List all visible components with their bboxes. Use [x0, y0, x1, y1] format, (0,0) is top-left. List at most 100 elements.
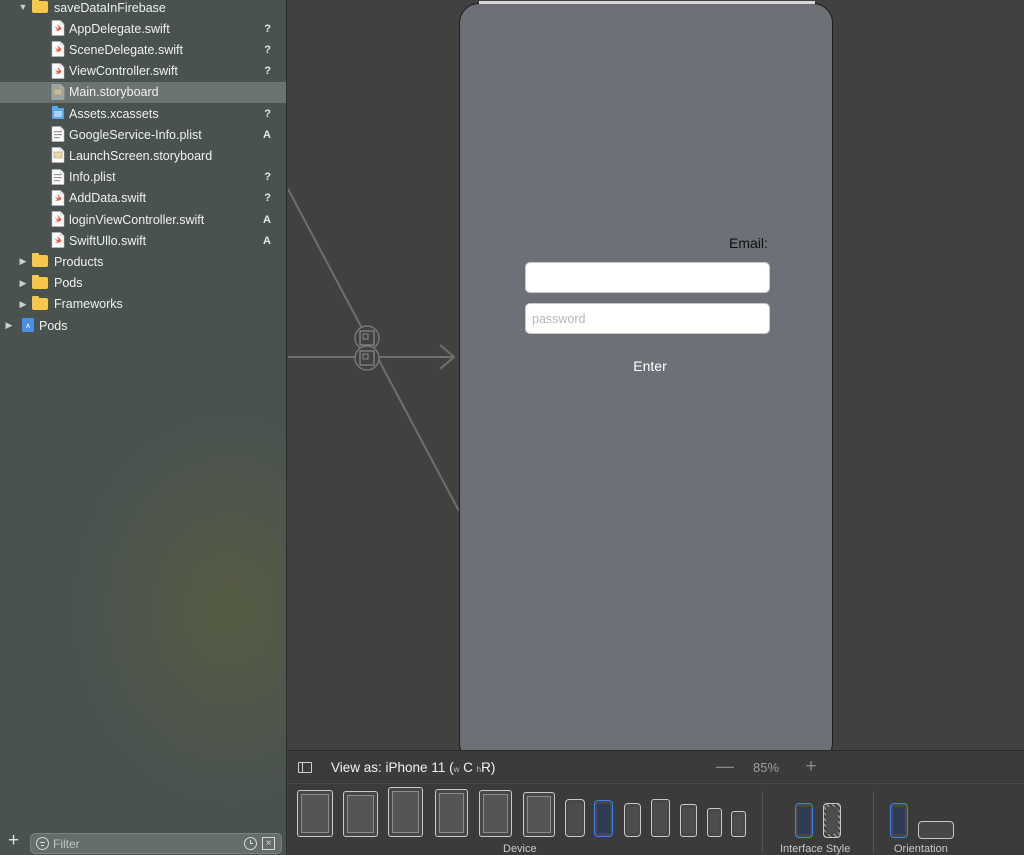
device-iphone-4s[interactable]	[731, 811, 746, 837]
navigator-filter-bar: + ×	[0, 829, 286, 855]
device-ipad[interactable]	[479, 790, 512, 837]
navigator-item-label: Main.storyboard	[69, 85, 159, 100]
navigator-file-row[interactable]: AddData.swift?	[0, 188, 286, 209]
device-iphone-11-pro[interactable]	[624, 803, 641, 837]
size-class-r: R)	[481, 760, 496, 775]
navigator-item-label: AppDelegate.swift	[69, 21, 170, 36]
source-control-filter-icon[interactable]: ×	[262, 837, 275, 850]
plist-file-icon	[51, 126, 65, 142]
storyboard-canvas[interactable]: Email: Enter	[288, 0, 1024, 750]
enter-button[interactable]: Enter	[620, 356, 680, 376]
navigator-group-row[interactable]: ▼ saveDataInFirebase	[0, 0, 286, 18]
navigator-item-label: saveDataInFirebase	[54, 0, 166, 15]
navigator-file-row[interactable]: SwiftUllo.swift A	[0, 230, 286, 251]
navigator-item-label: Products	[54, 254, 104, 269]
source-control-status-badge: ?	[264, 65, 271, 78]
password-text-field[interactable]	[525, 303, 770, 334]
interface-style-light[interactable]	[795, 803, 813, 838]
filter-icon	[36, 837, 49, 850]
device-iphone-11-pro-max[interactable]	[565, 799, 585, 837]
navigator-item-label: loginViewController.swift	[69, 212, 205, 227]
asset-catalog-icon	[52, 106, 64, 119]
plist-file-icon	[51, 168, 65, 185]
device-iphone-11[interactable]	[594, 800, 613, 837]
view-as-device: View as: iPhone 11 (	[331, 760, 454, 775]
login-view-controller-scene[interactable]: Email: Enter	[459, 1, 833, 750]
swift-file-icon	[51, 189, 65, 206]
orientation-landscape[interactable]	[918, 821, 954, 839]
source-control-status-badge: A	[263, 234, 271, 247]
navigator-item-label: Info.plist	[69, 170, 116, 185]
email-text-field[interactable]	[525, 262, 770, 293]
navigator-file-row[interactable]: GoogleService-Info.plist A	[0, 124, 286, 145]
disclosure-open-icon[interactable]: ▼	[18, 2, 28, 12]
navigator-group-row[interactable]: ▶ Pods	[0, 273, 286, 294]
scene-dock[interactable]	[479, 1, 815, 4]
device-ipad-air[interactable]	[435, 789, 468, 837]
size-class-c: C	[459, 760, 477, 775]
navigator-item-label: Assets.xcassets	[69, 106, 159, 121]
navigator-group-row[interactable]: ▶ Products	[0, 251, 286, 272]
swift-file-icon	[51, 20, 65, 36]
segue-icon[interactable]	[354, 345, 380, 371]
device-ipad-mini[interactable]	[523, 792, 555, 837]
storyboard-file-icon	[51, 147, 65, 164]
interface-style-label: Interface Style	[780, 843, 851, 855]
folder-icon	[32, 0, 48, 13]
view-as-label[interactable]: View as: iPhone 11 (w C hR)	[331, 760, 495, 775]
device-configuration-bar: View as: iPhone 11 (w C hR) — 85% + Devi…	[288, 750, 1024, 855]
device-ipad-pro-12-9[interactable]	[297, 790, 333, 837]
xcode-project-icon: A	[22, 318, 34, 332]
disclosure-closed-icon[interactable]: ▶	[18, 256, 28, 266]
navigator-file-row[interactable]: LaunchScreen.storyboard	[0, 145, 286, 166]
navigator-file-row[interactable]: Main.storyboard	[0, 81, 286, 103]
interface-style-dark[interactable]	[823, 803, 841, 838]
source-control-status-badge: A	[263, 128, 271, 141]
source-control-status-badge: A	[263, 213, 271, 226]
device-bar-header: View as: iPhone 11 (w C hR) — 85% +	[288, 751, 1024, 784]
storyboard-file-icon	[51, 83, 65, 100]
device-ipad-pro-12-9-gen4[interactable]	[343, 791, 378, 837]
navigator-file-row[interactable]: loginViewController.swift A	[0, 209, 286, 230]
navigator-group-row[interactable]: ▶ A Pods	[0, 315, 286, 336]
orientation-portrait[interactable]	[890, 803, 908, 838]
add-file-button[interactable]: +	[8, 831, 19, 851]
navigator-file-row[interactable]: Info.plist?	[0, 167, 286, 188]
navigator-file-row[interactable]: Assets.xcassets?	[0, 103, 286, 124]
recent-files-icon[interactable]	[244, 837, 257, 850]
device-group-label: Device	[503, 843, 537, 855]
separator	[873, 791, 874, 853]
filter-input[interactable]	[53, 836, 233, 851]
source-control-status-badge: ?	[264, 22, 271, 35]
navigator-item-label: Pods	[39, 318, 68, 333]
device-iphone-se[interactable]	[707, 808, 722, 837]
navigator-file-row[interactable]: SceneDelegate.swift?	[0, 39, 286, 60]
navigator-item-label: Pods	[54, 276, 83, 291]
zoom-in-button[interactable]: +	[802, 756, 820, 778]
project-navigator: ▼ saveDataInFirebase AppDelegate.swift? Sce…	[0, 0, 287, 855]
navigator-item-label: Frameworks	[54, 297, 123, 312]
navigator-file-row[interactable]: ViewController.swift?	[0, 61, 286, 82]
email-label[interactable]: Email:	[729, 235, 768, 251]
zoom-level: 85%	[753, 760, 780, 775]
device-iphone-8-plus[interactable]	[651, 799, 670, 837]
source-control-status-badge: ?	[264, 192, 271, 205]
zoom-out-button[interactable]: —	[716, 756, 734, 777]
navigator-item-label: SceneDelegate.swift	[69, 42, 183, 57]
orientation-label: Orientation	[894, 843, 948, 855]
device-ipad-pro-11[interactable]	[388, 787, 423, 837]
source-control-status-badge: ?	[264, 107, 271, 120]
navigator-group-row[interactable]: ▶ Frameworks	[0, 294, 286, 315]
navigator-file-row[interactable]: AppDelegate.swift?	[0, 18, 286, 39]
folder-icon	[32, 253, 48, 268]
device-iphone-8[interactable]	[680, 804, 697, 837]
swift-file-icon	[51, 211, 65, 227]
document-outline-toggle-icon[interactable]	[298, 762, 312, 773]
disclosure-closed-icon[interactable]: ▶	[18, 278, 28, 288]
disclosure-closed-icon[interactable]: ▶	[18, 299, 28, 309]
disclosure-closed-icon[interactable]: ▶	[4, 320, 14, 330]
swift-file-icon	[51, 62, 65, 79]
swift-file-icon	[51, 41, 65, 58]
filter-field[interactable]: ×	[30, 833, 282, 854]
folder-icon	[32, 274, 48, 289]
